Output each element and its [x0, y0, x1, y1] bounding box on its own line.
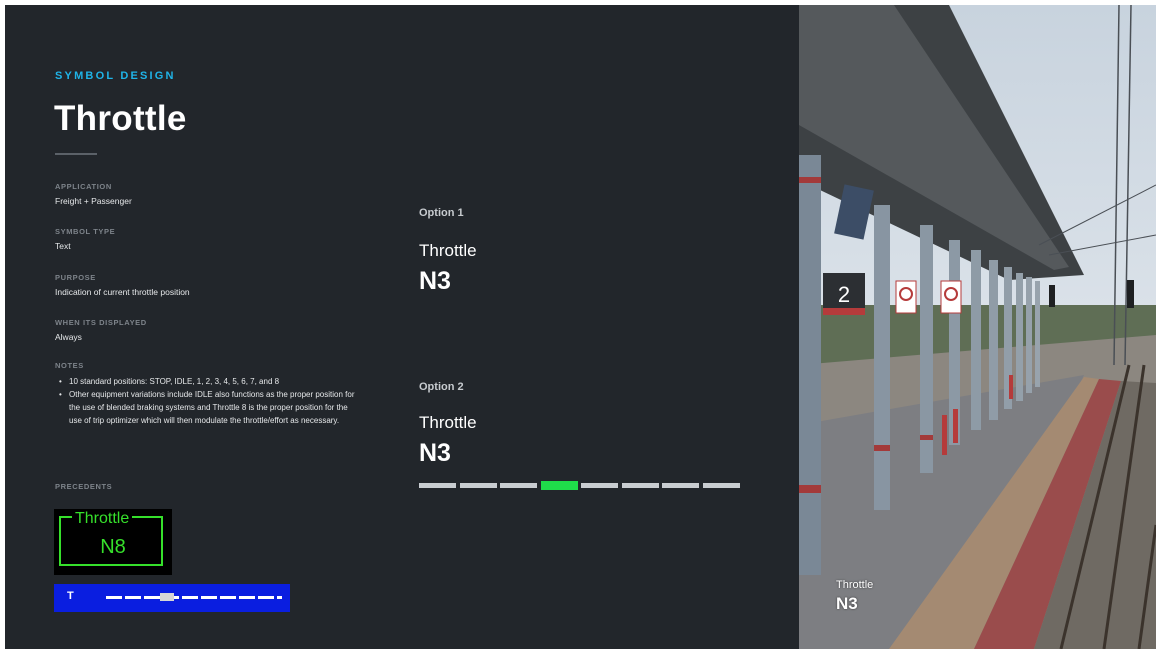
option-1-value: N3 — [419, 267, 451, 295]
throttle-segment-active — [540, 481, 578, 490]
precedent-green-display: Throttle N8 — [54, 509, 172, 575]
purpose-label: PURPOSE — [55, 273, 96, 282]
precedent-blue-track — [106, 596, 282, 599]
station-platform-photo: 2 — [799, 5, 1156, 649]
page-title: Throttle — [54, 99, 187, 138]
precedent-blue-bar: T — [54, 584, 290, 612]
throttle-segment — [459, 483, 497, 488]
throttle-segment — [621, 483, 659, 488]
precedent-green-value: N8 — [100, 536, 126, 558]
photo-overlay-title: Throttle — [836, 579, 874, 591]
when-displayed-value: Always — [55, 332, 82, 342]
notes-label: NOTES — [55, 361, 84, 370]
option-1-title: Throttle — [419, 241, 477, 260]
notes-list: 10 standard positions: STOP, IDLE, 1, 2,… — [55, 375, 355, 427]
slide: SYMBOL DESIGN Throttle APPLICATION Freig… — [5, 5, 1156, 649]
precedent-green-title: Throttle — [72, 510, 133, 528]
throttle-segment — [500, 483, 537, 488]
precedent-blue-glyph: T — [67, 590, 74, 602]
symbol-type-label: SYMBOL TYPE — [55, 227, 116, 236]
eyebrow-label: SYMBOL DESIGN — [55, 70, 176, 82]
throttle-segment — [662, 483, 699, 488]
note-item: Other equipment variations include IDLE … — [55, 388, 355, 427]
application-label: APPLICATION — [55, 182, 112, 191]
throttle-segment — [581, 483, 618, 488]
platform-number-sign: 2 — [838, 282, 850, 307]
throttle-segment — [419, 483, 456, 488]
option-1-label: Option 1 — [419, 207, 464, 219]
photo-overlay-value: N3 — [836, 594, 858, 613]
option-2-title: Throttle — [419, 413, 477, 432]
throttle-position-bar — [419, 481, 743, 490]
when-displayed-label: WHEN ITS DISPLAYED — [55, 318, 147, 327]
precedent-blue-knob — [160, 593, 174, 601]
purpose-value: Indication of current throttle position — [55, 287, 190, 297]
symbol-type-value: Text — [55, 241, 71, 251]
title-divider — [55, 153, 97, 155]
option-2-label: Option 2 — [419, 381, 464, 393]
application-value: Freight + Passenger — [55, 196, 132, 206]
throttle-segment — [702, 483, 740, 488]
precedents-label: PRECEDENTS — [55, 482, 113, 491]
note-item: 10 standard positions: STOP, IDLE, 1, 2,… — [55, 375, 355, 388]
option-2-value: N3 — [419, 439, 451, 467]
